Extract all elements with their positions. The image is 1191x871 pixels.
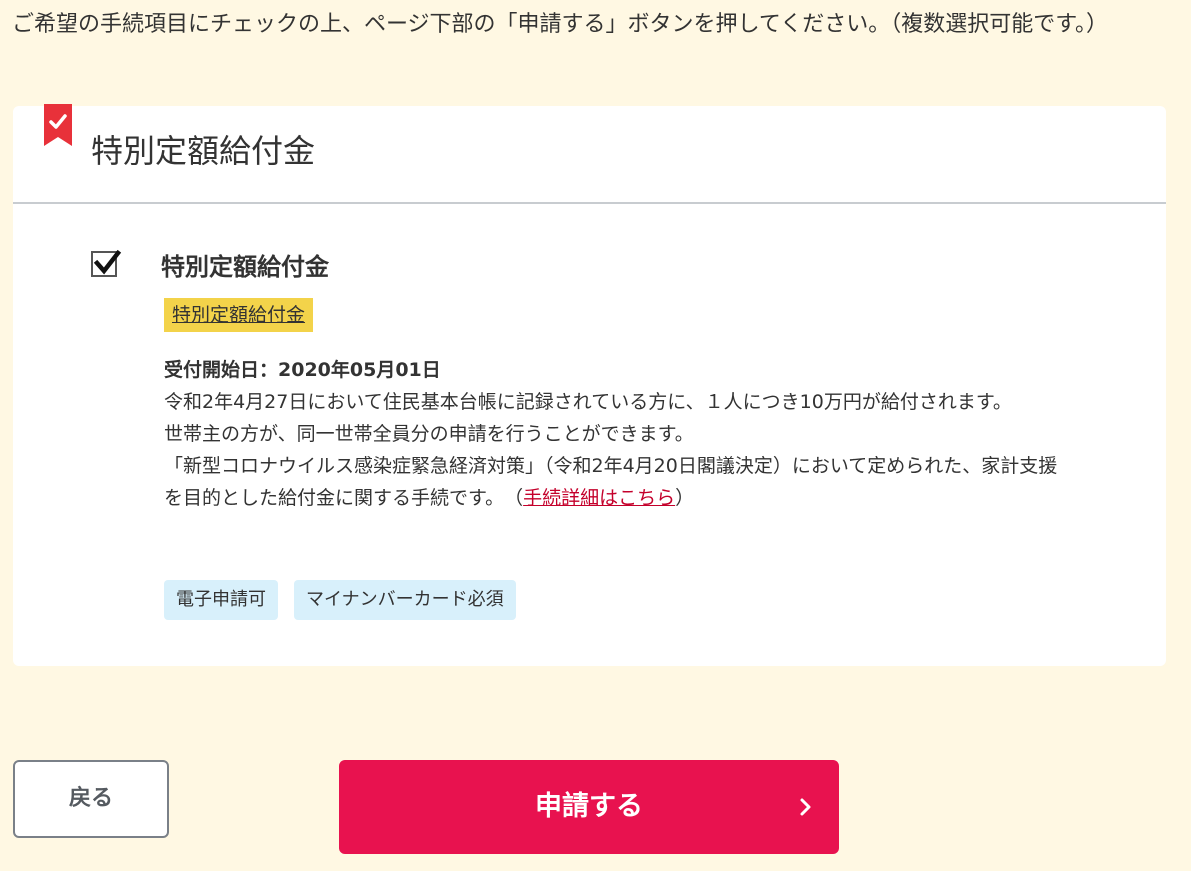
checkmark-icon <box>93 249 122 275</box>
card-title: 特別定額給付金 <box>91 132 316 170</box>
card-header: 特別定額給付金 <box>13 104 1166 204</box>
description-close: ） <box>675 487 695 509</box>
procedure-detail-link[interactable]: 手続詳細はこちら <box>523 487 675 509</box>
chevron-right-icon <box>800 798 811 816</box>
description-line: 世帯主の方が、同一世帯全員分の申請を行うことができます。 <box>164 423 694 445</box>
item-link-tag[interactable]: 特別定額給付金 <box>164 298 314 332</box>
item-description: 受付開始日：2020年05月01日 令和2年4月27日において住民基本台帳に記録… <box>164 354 1074 514</box>
start-date: 受付開始日：2020年05月01日 <box>164 359 441 381</box>
submit-button-label: 申請する <box>535 791 643 822</box>
description-line: 「新型コロナウイルス感染症緊急経済対策」（令和2年4月20日閣議決定）において定… <box>164 450 1074 514</box>
description-line: 令和2年4月27日において住民基本台帳に記録されている方に、１人につき10万円が… <box>164 391 1012 413</box>
submit-button[interactable]: 申請する <box>339 760 839 854</box>
back-button[interactable]: 戻る <box>13 760 169 838</box>
instruction-text: ご希望の手続項目にチェックの上、ページ下部の「申請する」ボタンを押してください。… <box>12 12 1109 37</box>
procedure-checkbox[interactable] <box>91 249 122 277</box>
procedure-card: 特別定額給付金 特別定額給付金 特別定額給付金 受付開始日：2020年05月01… <box>13 104 1166 666</box>
tag-electronic-application: 電子申請可 <box>164 580 278 620</box>
tag-mynumber-card-required: マイナンバーカード必須 <box>294 580 516 620</box>
item-title: 特別定額給付金 <box>161 253 329 281</box>
tag-list: 電子申請可 マイナンバーカード必須 <box>164 580 516 620</box>
bookmark-check-icon <box>44 104 72 146</box>
